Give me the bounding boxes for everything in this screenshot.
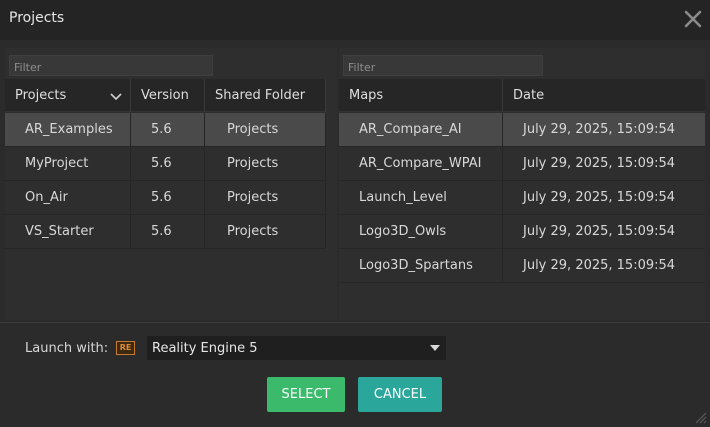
map-date: July 29, 2025, 15:09:54: [523, 122, 676, 137]
map-date: July 29, 2025, 15:09:54: [523, 156, 676, 171]
project-folder: Projects: [205, 113, 326, 147]
map-name: Launch_Level: [339, 181, 503, 215]
map-name: AR_Compare_AI: [339, 113, 503, 147]
project-version: 5.6: [131, 113, 205, 147]
footer-divider: [0, 322, 710, 323]
project-folder: Projects: [205, 215, 326, 249]
table-row[interactable]: AR_Examples 5.6 Projects: [5, 113, 326, 147]
table-row[interactable]: Logo3D_Owls July 29, 2025, 15:09:54: [339, 215, 705, 249]
column-header-date[interactable]: Date: [503, 79, 705, 112]
map-name: Logo3D_Owls: [339, 215, 503, 249]
map-name: Logo3D_Spartans: [339, 249, 503, 283]
table-row[interactable]: Launch_Level July 29, 2025, 15:09:54: [339, 181, 705, 215]
table-row[interactable]: Logo3D_Spartans July 29, 2025, 15:09:54: [339, 249, 705, 283]
map-date: July 29, 2025, 15:09:54: [523, 190, 676, 205]
reality-engine-icon: RE: [116, 341, 135, 355]
window-title: Projects: [9, 10, 65, 26]
map-date: July 29, 2025, 15:09:54: [523, 224, 676, 239]
close-icon[interactable]: [683, 9, 703, 29]
column-header-maps[interactable]: Maps: [339, 79, 503, 112]
chevron-down-icon[interactable]: [110, 91, 122, 101]
engine-select[interactable]: Reality Engine 5: [147, 336, 446, 360]
column-header-label: Projects: [15, 88, 67, 103]
table-row[interactable]: AR_Compare_AI July 29, 2025, 15:09:54: [339, 113, 705, 147]
table-row[interactable]: AR_Compare_WPAI July 29, 2025, 15:09:54: [339, 147, 705, 181]
engine-select-value: Reality Engine 5: [152, 341, 258, 356]
column-header-shared-folder[interactable]: Shared Folder: [205, 79, 326, 112]
project-folder: Projects: [205, 147, 326, 181]
project-name: MyProject: [5, 147, 131, 181]
table-row[interactable]: On_Air 5.6 Projects: [5, 181, 326, 215]
chevron-down-icon: [430, 345, 440, 351]
table-row[interactable]: MyProject 5.6 Projects: [5, 147, 326, 181]
table-row[interactable]: VS_Starter 5.6 Projects: [5, 215, 326, 249]
maps-panel: Filter Maps Date AR_Compare_AI July 29, …: [339, 48, 705, 320]
column-header-projects[interactable]: Projects: [5, 79, 131, 112]
map-name: AR_Compare_WPAI: [339, 147, 503, 181]
title-bar: Projects: [0, 0, 710, 40]
maps-filter-input[interactable]: Filter: [343, 55, 543, 76]
projects-panel: Filter Projects Version Shared Folder AR…: [5, 48, 337, 320]
project-version: 5.6: [131, 181, 205, 215]
projects-table-header: Projects Version Shared Folder: [5, 79, 326, 112]
maps-table-header: Maps Date: [339, 79, 705, 112]
projects-filter-input[interactable]: Filter: [9, 55, 213, 76]
project-name: AR_Examples: [5, 113, 131, 147]
cancel-button[interactable]: CANCEL: [358, 377, 442, 412]
launch-with-label: Launch with:: [25, 341, 109, 356]
resize-grip-icon[interactable]: [693, 410, 707, 424]
column-header-version[interactable]: Version: [131, 79, 205, 112]
project-name: On_Air: [5, 181, 131, 215]
project-version: 5.6: [131, 147, 205, 181]
project-version: 5.6: [131, 215, 205, 249]
select-button[interactable]: SELECT: [267, 377, 345, 412]
project-name: VS_Starter: [5, 215, 131, 249]
map-date: July 29, 2025, 15:09:54: [523, 258, 676, 273]
project-folder: Projects: [205, 181, 326, 215]
